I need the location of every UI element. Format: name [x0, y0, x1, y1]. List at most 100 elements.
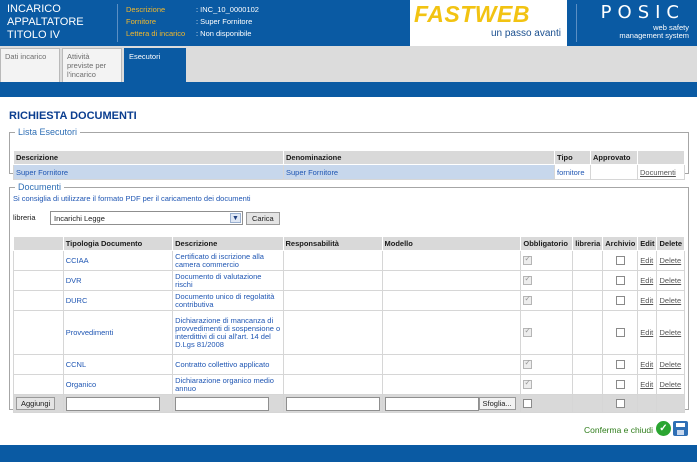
obbligatorio-cell — [520, 290, 574, 311]
new-obbligatorio-checkbox[interactable] — [523, 399, 533, 409]
doc-descrizione: Documento unico di regolatità contributi… — [172, 290, 284, 311]
delete-link[interactable]: Delete — [659, 296, 681, 305]
new-tipologia-input[interactable] — [65, 396, 160, 411]
doc-tipologia: CCNL — [62, 354, 174, 375]
delete-link[interactable]: Delete — [659, 360, 681, 369]
delete-link[interactable]: Delete — [659, 276, 681, 285]
doc-modello — [381, 310, 522, 355]
new-descrizione-input[interactable] — [175, 396, 270, 411]
delete-cell: Delete — [656, 290, 685, 311]
edit-link[interactable]: Edit — [640, 256, 653, 265]
new-modello-file-input[interactable] — [384, 396, 479, 411]
doc-modello — [381, 354, 522, 375]
obbligatorio-cell — [520, 354, 574, 375]
archivio-checkbox[interactable] — [615, 256, 625, 266]
tab-esecutori[interactable]: Esecutori — [124, 48, 186, 82]
col-responsabilita: Responsabilità — [282, 236, 383, 251]
app-header: INCARICO APPALTATORE TITOLO IV Descrizio… — [0, 0, 697, 46]
doc-descrizione: Dichiarazione di mancanza di provvedimen… — [172, 310, 284, 355]
aggiungi-button[interactable]: Aggiungi — [16, 397, 56, 410]
doc-modello — [381, 374, 522, 395]
archivio-checkbox[interactable] — [615, 276, 625, 286]
edit-link[interactable]: Edit — [640, 360, 653, 369]
info-key-descrizione: Descrizione — [126, 5, 166, 14]
table-row: CCNL Contratto collettivo applicato Edit… — [13, 354, 685, 375]
tab-content-bar — [0, 82, 697, 97]
header-info: Descrizione: INC_10_0000102 Fornitore: S… — [126, 4, 259, 40]
documenti-legend: Documenti — [18, 182, 62, 192]
new-archivio-checkbox[interactable] — [615, 399, 625, 409]
esecutore-descrizione[interactable]: Super Fornitore — [13, 164, 284, 180]
esecutore-denominazione: Super Fornitore — [283, 164, 555, 180]
obbligatorio-cell — [520, 250, 574, 271]
posic-brand: POSIC — [600, 2, 685, 23]
fastweb-slogan: un passo avanti — [490, 28, 561, 39]
edit-link[interactable]: Edit — [640, 276, 653, 285]
libreria-select[interactable]: Incarichi Legge ▼ — [50, 211, 243, 225]
doc-descrizione: Dichiarazione organico medio annuo — [172, 374, 284, 395]
archivio-checkbox[interactable] — [615, 328, 625, 338]
documenti-link[interactable]: Documenti — [637, 164, 685, 180]
edit-cell: Edit — [637, 250, 658, 271]
info-value-fornitore: : Super Fornitore — [196, 17, 253, 26]
archivio-cell — [602, 354, 639, 375]
archivio-checkbox[interactable] — [615, 380, 625, 390]
edit-link[interactable]: Edit — [640, 328, 653, 337]
new-obbligatorio-cell — [520, 394, 574, 413]
doc-descrizione: Certificato di iscrizione alla camera co… — [172, 250, 284, 271]
obbligatorio-checkbox — [523, 326, 533, 338]
edit-link[interactable]: Edit — [640, 296, 653, 305]
row-spacer — [13, 354, 64, 375]
table-row[interactable]: Super Fornitore Super Fornitore fornitor… — [13, 164, 685, 180]
carica-button[interactable]: Carica — [246, 212, 280, 225]
obbligatorio-checkbox — [523, 274, 533, 286]
delete-link[interactable]: Delete — [659, 380, 681, 389]
obbligatorio-checkbox — [523, 294, 533, 306]
conferma-label[interactable]: Conferma e chiudi — [584, 425, 653, 435]
col-delete: Delete — [656, 236, 685, 251]
info-value-lettera: : Non disponibile — [196, 29, 252, 38]
doc-tipologia: CCIAA — [62, 250, 174, 271]
delete-cell: Delete — [656, 310, 685, 355]
sfoglia-button[interactable]: Sfoglia... — [478, 397, 516, 410]
add-row: Aggiungi Sfoglia... — [13, 394, 685, 413]
doc-modello — [381, 250, 522, 271]
esecutori-fieldset: Lista Esecutori Descrizione Denominazion… — [9, 127, 689, 180]
documenti-link-label[interactable]: Documenti — [640, 168, 676, 177]
obbligatorio-cell — [520, 374, 574, 395]
doc-responsabilita — [282, 290, 383, 311]
archivio-checkbox[interactable] — [615, 296, 625, 306]
edit-link[interactable]: Edit — [640, 380, 653, 389]
check-icon[interactable]: ✓ — [656, 421, 671, 436]
row-spacer — [13, 270, 64, 291]
edit-cell: Edit — [637, 310, 658, 355]
obbligatorio-cell — [520, 310, 574, 355]
libreria-cell — [572, 374, 604, 395]
delete-link[interactable]: Delete — [659, 256, 681, 265]
tab-dati-incarico[interactable]: Dati incarico — [0, 48, 60, 82]
doc-modello — [381, 270, 522, 291]
esecutore-approvato — [590, 164, 638, 180]
new-responsabilita-input[interactable] — [285, 396, 380, 411]
archivio-cell — [602, 310, 639, 355]
new-descrizione-cell — [172, 394, 284, 413]
esecutori-legend: Lista Esecutori — [18, 127, 78, 137]
col-edit: Edit — [637, 236, 658, 251]
page-title: RICHIESTA DOCUMENTI — [9, 110, 137, 122]
libreria-selected-value: Incarichi Legge — [54, 214, 105, 223]
archivio-checkbox[interactable] — [615, 360, 625, 370]
doc-tipologia: Organico — [62, 374, 174, 395]
chevron-down-icon[interactable]: ▼ — [230, 213, 241, 223]
col-actions — [637, 150, 685, 165]
save-icon[interactable] — [673, 421, 688, 436]
delete-cell: Delete — [656, 354, 685, 375]
tab-attivita-previste[interactable]: Attività previste per l'incarico — [62, 48, 122, 82]
libreria-cell — [572, 270, 604, 291]
col-approvato: Approvato — [590, 150, 638, 165]
delete-link[interactable]: Delete — [659, 328, 681, 337]
delete-cell: Delete — [656, 270, 685, 291]
col-obbligatorio: Obbligatorio — [520, 236, 574, 251]
tab-bar: Dati incarico Attività previste per l'in… — [0, 46, 697, 82]
edit-cell: Edit — [637, 354, 658, 375]
col-descrizione: Descrizione — [13, 150, 284, 165]
